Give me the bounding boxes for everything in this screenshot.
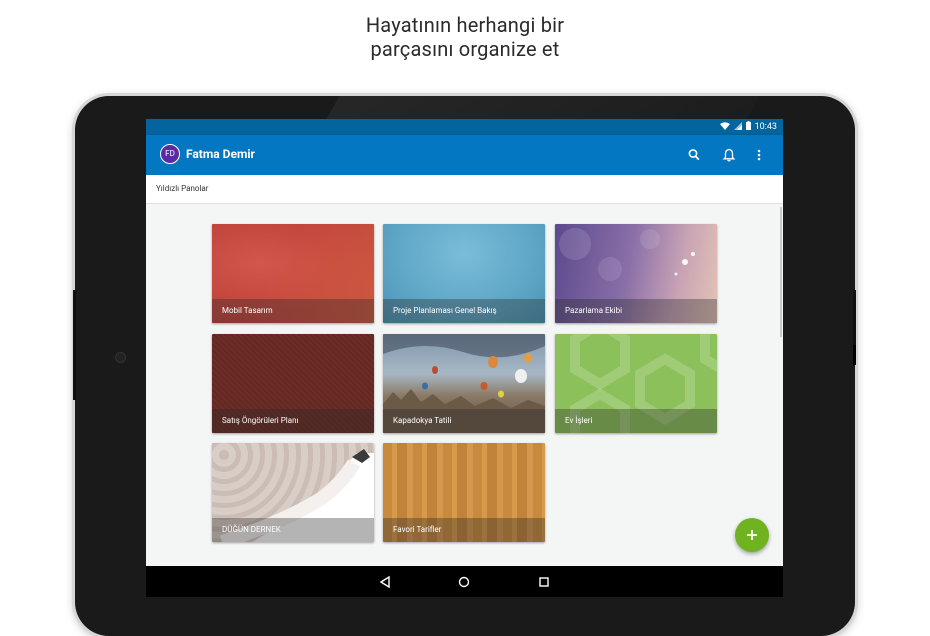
app-screen: 10:43 FD Fatma Demir Yıldızlı Panolar Mo… bbox=[146, 119, 783, 597]
promo-headline: Hayatının herhangi bir parçasını organiz… bbox=[0, 13, 930, 61]
notifications-icon[interactable] bbox=[721, 147, 737, 163]
account-name[interactable]: Fatma Demir bbox=[186, 147, 255, 161]
board-card-ev-isleri[interactable]: Ev İşleri bbox=[555, 334, 717, 433]
board-card-dugun-dernek[interactable]: DÜĞÜN DERNEK bbox=[212, 443, 374, 542]
board-title: Satış Öngörüleri Planı bbox=[212, 409, 374, 433]
board-title: DÜĞÜN DERNEK bbox=[212, 518, 374, 542]
add-board-button[interactable] bbox=[735, 518, 769, 552]
status-time: 10:43 bbox=[754, 122, 777, 132]
starred-boards-header: Yıldızlı Panolar bbox=[146, 175, 783, 204]
promo-line-2: parçasını organize et bbox=[370, 37, 560, 61]
tablet-side-edge bbox=[73, 290, 76, 400]
back-icon[interactable] bbox=[378, 574, 392, 589]
tablet-volume-button bbox=[853, 290, 856, 348]
board-title: Mobil Tasarım bbox=[212, 299, 374, 323]
board-title: Pazarlama Ekibi bbox=[555, 299, 717, 323]
system-navigation-bar bbox=[146, 566, 783, 597]
status-bar: 10:43 bbox=[146, 119, 783, 135]
signal-icon bbox=[733, 121, 742, 133]
board-card-mobil-tasarim[interactable]: Mobil Tasarım bbox=[212, 224, 374, 323]
section-title: Yıldızlı Panolar bbox=[156, 184, 209, 193]
scrollbar[interactable] bbox=[780, 207, 782, 337]
camera-icon bbox=[116, 353, 125, 362]
plus-icon bbox=[747, 530, 757, 540]
board-card-pazarlama-ekibi[interactable]: Pazarlama Ekibi bbox=[555, 224, 717, 323]
board-title: Kapadokya Tatili bbox=[383, 409, 545, 433]
home-icon[interactable] bbox=[457, 574, 471, 588]
board-title: Favori Tarifler bbox=[383, 518, 545, 542]
board-card-kapadokya-tatili[interactable]: Kapadokya Tatili bbox=[383, 334, 545, 433]
board-title: Proje Planlaması Genel Bakış bbox=[383, 299, 545, 323]
more-options-icon[interactable] bbox=[751, 147, 767, 163]
search-icon[interactable] bbox=[686, 147, 702, 163]
board-card-satis-ongoruleri[interactable]: Satış Öngörüleri Planı bbox=[212, 334, 374, 433]
app-bar: FD Fatma Demir bbox=[146, 135, 783, 175]
tablet-power-button bbox=[853, 345, 856, 365]
board-title: Ev İşleri bbox=[555, 409, 717, 433]
recents-icon[interactable] bbox=[537, 574, 551, 588]
board-card-favori-tarifler[interactable]: Favori Tarifler bbox=[383, 443, 545, 542]
avatar[interactable]: FD bbox=[160, 144, 180, 164]
battery-icon bbox=[745, 121, 751, 133]
board-card-proje-planlamasi[interactable]: Proje Planlaması Genel Bakış bbox=[383, 224, 545, 323]
wifi-icon bbox=[719, 121, 730, 133]
promo-line-1: Hayatının herhangi bir bbox=[365, 13, 565, 37]
